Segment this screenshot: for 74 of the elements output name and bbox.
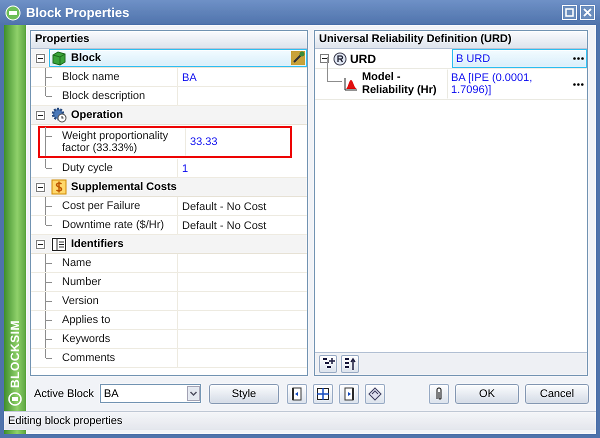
align-right-icon [342,386,356,400]
property-value-cell[interactable]: Default - No Cost [177,216,307,234]
property-label: Keywords [61,332,112,347]
category-label: Identifiers [71,238,124,250]
property-value-cell[interactable]: BA [177,68,307,86]
diamond-button[interactable] [364,384,385,404]
active-block-label: Active Block [34,388,94,400]
property-value-cell[interactable]: Default - No Cost [177,197,307,215]
ok-button[interactable]: OK [455,384,519,404]
status-text: Editing block properties [8,415,122,427]
property-value-cell[interactable]: 33.33 [185,127,291,156]
category-row[interactable]: Block [49,49,307,67]
category-label: Supplemental Costs [71,181,177,193]
grid-icon [316,386,330,400]
property-label: Number [61,275,102,290]
tree-connector [45,127,51,156]
collapse-icon[interactable] [320,54,329,63]
cancel-button[interactable]: Cancel [525,384,589,404]
wrench-icon[interactable] [291,51,305,65]
panel-header: Properties [31,31,307,49]
property-value: 1 [182,162,188,174]
property-label: Name [61,256,92,271]
property-label: Version [61,294,100,309]
align-left-button[interactable] [286,384,307,404]
property-value: Default - No Cost [182,220,266,232]
brand-text: BLOCKSIM [8,320,22,388]
property-value: 33.33 [190,136,218,148]
collapse-icon[interactable] [36,240,45,248]
urd-value-cell[interactable]: B URD [452,49,587,68]
panel-header: Universal Reliability Definition (URD) [315,31,587,49]
category-label: Block [71,52,101,64]
restore-icon[interactable] [562,5,577,20]
property-label: Block name [61,70,120,85]
tree-connector [45,159,51,168]
property-label: Weight proportionality factor (33.33%) [61,129,170,156]
urd-label: Model - Reliability (Hr) [361,71,438,97]
attachment-button[interactable] [429,384,449,404]
diamond-icon [368,386,382,400]
property-value: Default - No Cost [182,200,266,212]
align-right-button[interactable] [338,384,359,404]
property-label: Applies to [61,313,112,328]
property-label: Downtime rate ($/Hr) [61,218,166,233]
collapse-icon[interactable] [36,54,45,62]
cube-icon [51,50,67,66]
urd-label: URD [349,52,377,66]
app-icon [5,4,21,20]
align-left-icon [290,386,304,400]
logo-icon [8,392,22,406]
dollar-icon [51,179,67,195]
urd-value: BA [IPE (0.0001, 1.7096)] [451,72,534,96]
collapse-icon[interactable] [36,182,45,192]
urd-value-cell[interactable]: BA [IPE (0.0001, 1.7096)] [447,69,587,99]
active-block-dropdown[interactable]: BA [100,384,201,403]
property-label: Comments [61,351,116,366]
tree-connector [327,57,342,82]
close-icon[interactable] [580,5,595,20]
grid-button[interactable] [312,384,333,404]
dropdown-value: BA [104,388,119,400]
style-button[interactable]: Style [208,384,279,404]
collapse-icon[interactable] [36,110,45,120]
ellipsis-icon[interactable] [573,82,584,86]
property-label: Duty cycle [61,161,114,176]
expand-tree-button[interactable] [319,355,337,373]
distribution-icon [344,77,358,91]
urd-value: B URD [456,52,490,64]
property-label: Cost per Failure [61,199,142,214]
property-value: BA [182,72,197,84]
collapse-tree-button[interactable] [341,355,359,373]
r-badge-icon [333,52,347,66]
window-title: Block Properties [26,5,130,20]
category-label: Operation [71,109,123,121]
property-label: Block description [61,89,146,104]
ellipsis-icon[interactable] [573,57,584,60]
property-value-cell[interactable]: 1 [177,159,307,177]
